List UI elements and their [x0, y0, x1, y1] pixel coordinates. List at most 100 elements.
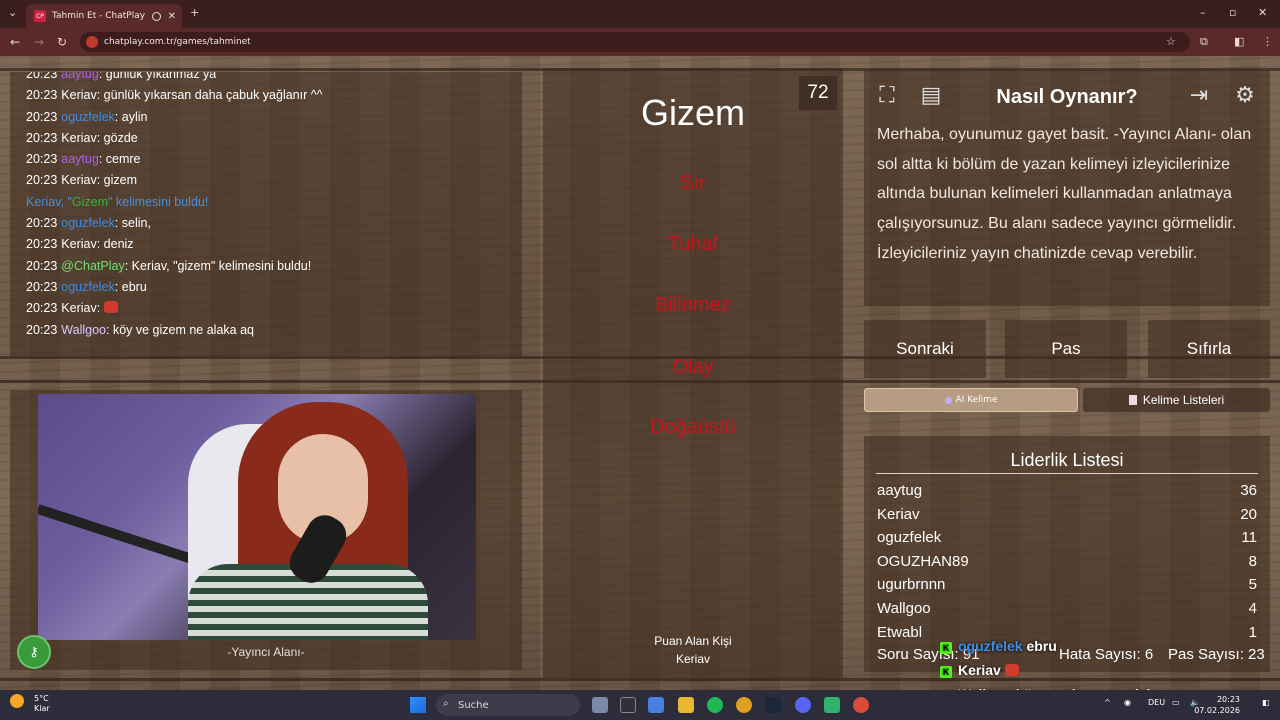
back-icon[interactable]: ←: [10, 35, 20, 49]
tab-close-icon[interactable]: ✕: [168, 11, 176, 22]
settings-gear-icon[interactable]: ⚙: [1230, 80, 1260, 110]
windows-start-icon[interactable]: [410, 697, 426, 713]
chrome-icon[interactable]: [736, 697, 752, 713]
forbidden-word: Sır: [680, 172, 706, 194]
chat-username[interactable]: Keriav: [61, 131, 96, 145]
leaderboard-name: oguzfelek: [877, 529, 942, 547]
extensions-icon[interactable]: ⧉: [1200, 35, 1208, 49]
file-explorer-icon[interactable]: [678, 697, 694, 713]
bookmark-star-icon[interactable]: ☆: [1166, 35, 1176, 48]
chat-panel[interactable]: 20:23 aaytug: günlük yıkanmaz ya 20:23 Keri…: [10, 72, 522, 356]
kick-icon: K: [940, 642, 952, 654]
profile-icon[interactable]: ◧: [1234, 35, 1244, 48]
chat-text: cemre: [105, 152, 141, 167]
chat-separator: :: [105, 322, 113, 337]
leaderboard-name: ugurbrnnn: [877, 576, 946, 594]
word-lists-button[interactable]: Kelime Listeleri: [1083, 388, 1270, 412]
new-tab-icon[interactable]: +: [190, 6, 199, 19]
scorer-label: Puan Alan Kişi: [654, 634, 732, 648]
forbidden-word: Olay: [672, 356, 714, 378]
chat-timestamp: 20:23: [26, 130, 58, 145]
chat-message: 20:23 Keriav: deniz: [26, 234, 522, 255]
chat-username[interactable]: Wallgoo: [61, 323, 106, 337]
forbidden-word: Bilinmez: [655, 294, 731, 316]
forward-icon[interactable]: →: [34, 35, 44, 49]
chat-timestamp: 20:23: [26, 72, 58, 81]
leaderboard-name: aaytug: [877, 482, 923, 499]
app-icon[interactable]: [620, 697, 636, 713]
leaderboard-row: Wallgoo 4: [877, 600, 1257, 624]
site-info-icon[interactable]: [86, 36, 98, 48]
steam-icon[interactable]: [765, 697, 781, 713]
task-view-icon[interactable]: [592, 697, 608, 713]
address-bar[interactable]: chatplay.com.tr/games/tahminet: [80, 32, 1190, 52]
chat-separator: :: [96, 173, 104, 188]
search-icon: ⌕: [443, 698, 449, 709]
weather-desc: Klar: [34, 704, 50, 713]
target-word: Gizem: [640, 92, 745, 133]
windows-taskbar: 5°C Klar ⌕ Suche ^ ◉ DEU ▭ 🔈 20:23 07.02…: [0, 690, 1280, 720]
leaderboard-row: oguzfelek 11: [877, 529, 1257, 553]
leaderboard-row: aaytug 36: [877, 482, 1257, 506]
overlay-user: oguzfelek: [958, 638, 1023, 654]
weather-widget[interactable]: 5°C Klar: [10, 694, 50, 713]
chat-username[interactable]: oguzfelek: [61, 110, 115, 124]
chat-text: deniz: [103, 237, 134, 252]
maximize-icon[interactable]: ▫: [1229, 6, 1236, 19]
window-close-icon[interactable]: ✕: [1258, 6, 1267, 19]
leaderboard-score: 36: [1240, 482, 1257, 499]
chat-separator: :: [114, 279, 122, 294]
chatplay-favicon-icon: CP: [34, 10, 46, 22]
leaderboard-name: Wallgoo: [877, 600, 931, 617]
chat-username[interactable]: Keriav: [61, 173, 96, 187]
ai-word-label: AI Kelime: [955, 395, 998, 405]
chat-username[interactable]: @ChatPlay: [61, 259, 124, 273]
chat-username[interactable]: Keriav: [61, 88, 96, 102]
leaderboard-row: OGUZHAN89 8: [877, 553, 1257, 577]
system-text: " kelimesini buldu!: [108, 194, 209, 209]
chat-username[interactable]: oguzfelek: [61, 216, 115, 230]
menu-dots-icon[interactable]: ⋮: [1262, 35, 1273, 48]
chat-timestamp: 20:23: [26, 216, 58, 231]
chat-username[interactable]: aaytug: [61, 72, 99, 81]
next-button[interactable]: Sonraki: [864, 320, 986, 378]
leaderboard-name: Keriav: [877, 505, 920, 523]
chat-username[interactable]: aaytug: [61, 152, 99, 166]
leaderboard-row: ugurbrnnn 5: [877, 576, 1257, 600]
emote-icon: [103, 301, 118, 314]
network-icon[interactable]: ▭: [1172, 698, 1180, 707]
reload-icon[interactable]: ↻: [57, 35, 67, 49]
leaderboard-row: Keriav 20: [877, 506, 1257, 530]
chat-timestamp: 20:23: [26, 322, 58, 337]
discord-icon[interactable]: [795, 697, 811, 713]
chat-message: 20:23 oguzfelek: selin,: [26, 213, 522, 234]
browser-toolbar: ← → ↻ chatplay.com.tr/games/tahminet ☆ ⧉…: [0, 28, 1280, 56]
forbidden-word: Doğaüstü: [650, 416, 736, 438]
minimize-icon[interactable]: –: [1200, 6, 1206, 19]
tray-chevron-icon[interactable]: ^: [1104, 698, 1111, 707]
pass-button[interactable]: Pas: [1005, 320, 1127, 378]
reset-button[interactable]: Sıfırla: [1148, 320, 1270, 378]
found-word: Gizem: [71, 194, 109, 209]
browser-icon[interactable]: [853, 697, 869, 713]
copilot-icon[interactable]: [648, 697, 664, 713]
chat-username[interactable]: Keriav: [61, 301, 96, 315]
language-indicator[interactable]: DEU: [1148, 698, 1165, 707]
chat-text: selin,: [121, 216, 151, 231]
app-icon[interactable]: [824, 697, 840, 713]
tab-search-icon[interactable]: ⌄: [8, 6, 17, 19]
plank-divider: [0, 678, 1280, 681]
browser-tab[interactable]: CP Tahmin Et - ChatPlay ✕: [26, 4, 182, 28]
logout-icon[interactable]: ⇥: [1184, 80, 1214, 110]
notification-icon[interactable]: ◧: [1262, 698, 1270, 707]
system-clock[interactable]: 20:23 07.02.2026: [1194, 694, 1240, 716]
taskbar-search[interactable]: ⌕ Suche: [436, 694, 580, 716]
spotify-icon[interactable]: [707, 697, 723, 713]
document-icon: [1128, 395, 1137, 405]
ai-word-button[interactable]: AI Kelime: [864, 388, 1078, 412]
chat-username[interactable]: oguzfelek: [61, 280, 115, 294]
tray-app-icon[interactable]: ◉: [1124, 698, 1131, 707]
chat-timestamp: 20:23: [26, 279, 58, 294]
webcam-feed: [38, 394, 476, 640]
chat-username[interactable]: Keriav: [61, 237, 96, 251]
